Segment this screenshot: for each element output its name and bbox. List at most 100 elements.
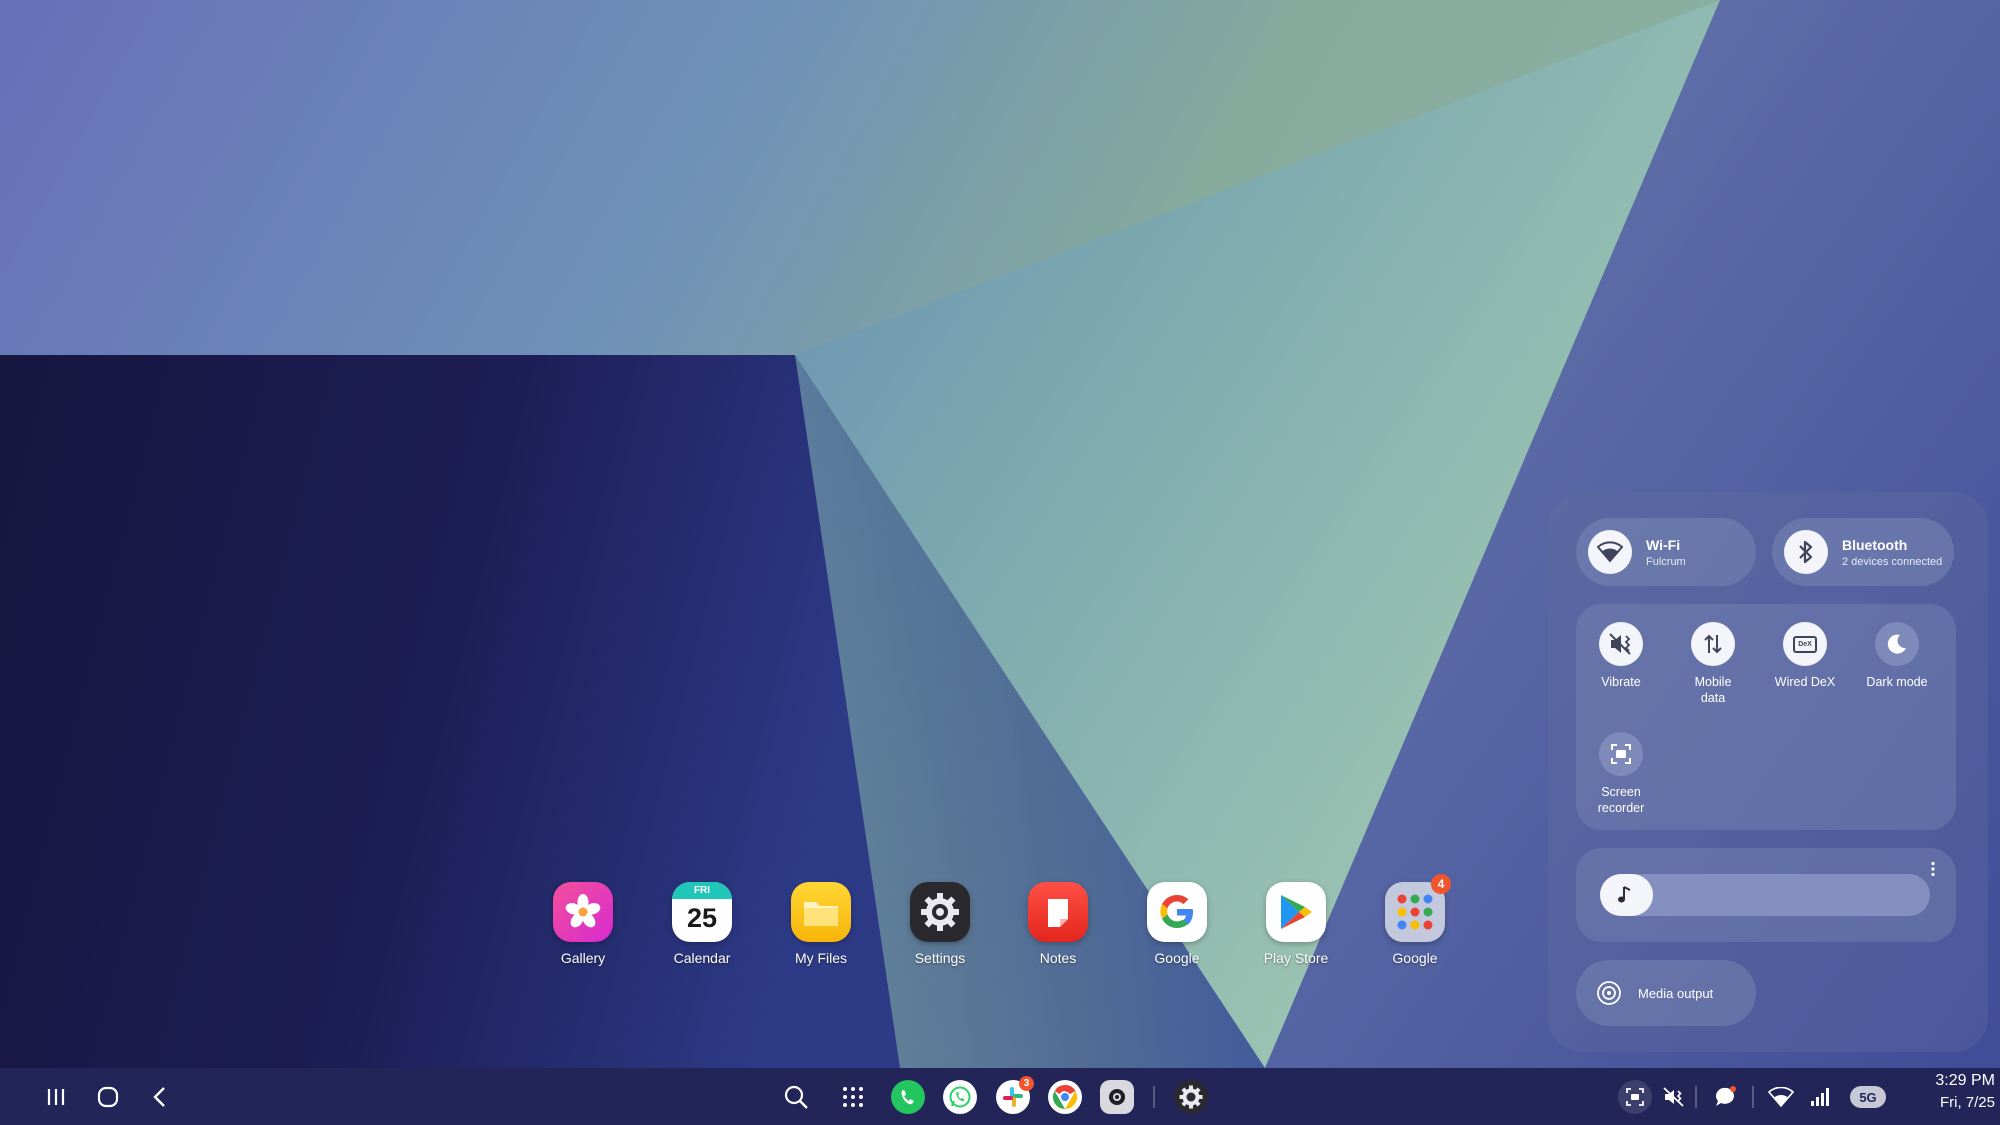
desktop-app-gallery[interactable]: Gallery: [528, 882, 638, 982]
desktop-app-google[interactable]: Google: [1122, 882, 1232, 982]
bluetooth-toggle[interactable]: Bluetooth 2 devices connected: [1772, 518, 1954, 586]
phone-icon: [891, 1080, 925, 1114]
desktop-app-play-store[interactable]: Play Store: [1241, 882, 1351, 982]
tile-label: Wired DeX: [1774, 675, 1836, 689]
taskbar: 3 5G: [0, 1068, 2000, 1125]
sound-status[interactable]: [1655, 1078, 1693, 1116]
desktop-app-label: Google: [1154, 950, 1200, 966]
whatsapp-icon: [943, 1080, 977, 1114]
taskbar-app-camera[interactable]: [1098, 1078, 1136, 1116]
settings-icon: [1174, 1080, 1208, 1114]
status-separator: [1752, 1086, 1754, 1108]
search-button[interactable]: [777, 1078, 815, 1116]
dex-glyph: DeX: [1793, 635, 1817, 653]
tile-dark-mode[interactable]: Dark mode: [1852, 622, 1942, 690]
apps-grid-icon: [843, 1087, 863, 1107]
home-icon: [97, 1086, 119, 1108]
tile-label: Vibrate: [1601, 675, 1641, 689]
wifi-icon: [1588, 530, 1632, 574]
taskbar-app-settings[interactable]: [1172, 1078, 1210, 1116]
desktop-app-calendar[interactable]: FRI 25 Calendar: [647, 882, 757, 982]
music-note-icon: [1618, 886, 1631, 903]
volume-slider[interactable]: [1600, 874, 1930, 916]
gear-icon: [910, 882, 970, 942]
tile-wired-dex[interactable]: DeX Wired DeX: [1760, 622, 1850, 690]
desktop-app-notes[interactable]: Notes: [1003, 882, 1113, 982]
desktop-folder-google[interactable]: 4 Google: [1360, 874, 1470, 982]
slack-icon: 3: [996, 1076, 1034, 1114]
recents-button[interactable]: [37, 1078, 75, 1116]
taskbar-app-chrome[interactable]: [1046, 1078, 1084, 1116]
camera-icon: [1100, 1080, 1134, 1114]
bluetooth-status: 2 devices connected: [1842, 555, 1943, 568]
media-output-icon: [1597, 981, 1621, 1005]
volume-control: [1576, 848, 1956, 942]
screen-capture-icon: [1618, 1080, 1652, 1114]
clock[interactable]: 3:29 PM Fri, 7/25: [1900, 1072, 1995, 1111]
desktop-app-label: Gallery: [560, 950, 606, 966]
calendar-day: FRI: [672, 882, 732, 899]
wifi-toggle[interactable]: Wi-Fi Fulcrum: [1576, 518, 1756, 586]
calendar-icon: FRI 25: [672, 882, 732, 942]
desktop-app-my-files[interactable]: My Files: [766, 882, 876, 982]
wifi-title: Wi-Fi: [1646, 536, 1681, 553]
screenshot-button[interactable]: [1615, 1078, 1655, 1116]
google-icon: [1147, 882, 1207, 942]
status-separator: [1695, 1086, 1697, 1108]
wifi-network: Fulcrum: [1646, 555, 1686, 568]
chrome-icon: [1048, 1080, 1082, 1114]
tile-label: Dark mode: [1866, 675, 1928, 689]
taskbar-app-phone[interactable]: [889, 1078, 927, 1116]
back-button[interactable]: [141, 1078, 179, 1116]
taskbar-app-whatsapp[interactable]: [941, 1078, 979, 1116]
calendar-date: 25: [686, 903, 718, 933]
screen-recorder-icon: [1599, 732, 1643, 776]
moon-icon: [1875, 622, 1919, 666]
network-type-badge: 5G: [1848, 1078, 1888, 1116]
taskbar-separator: [1153, 1086, 1155, 1108]
bluetooth-title: Bluetooth: [1842, 536, 1908, 553]
wifi-status-icon: [1768, 1087, 1794, 1107]
network-type-label: 5G: [1850, 1086, 1886, 1108]
home-button[interactable]: [89, 1078, 127, 1116]
desktop-app-label: Notes: [1039, 950, 1077, 966]
cell-signal-icon: [1811, 1088, 1829, 1106]
media-output-label: Media output: [1638, 985, 1714, 1001]
desktop-app-label: Calendar: [673, 950, 731, 966]
recents-icon: [47, 1089, 65, 1105]
bluetooth-icon: [1784, 530, 1828, 574]
vibrate-icon: [1599, 622, 1643, 666]
notification-badge: 4: [1431, 874, 1451, 894]
notification-button[interactable]: [1706, 1078, 1744, 1116]
chat-bubble-icon: [1715, 1086, 1736, 1106]
tile-screen-recorder[interactable]: Screen recorder: [1576, 732, 1666, 816]
desktop-app-label: Google: [1392, 950, 1438, 966]
folder-icon: [791, 882, 851, 942]
desktop-app-label: My Files: [794, 950, 848, 966]
desktop-app-settings[interactable]: Settings: [885, 882, 995, 982]
desktop-app-label: Play Store: [1263, 950, 1329, 966]
folder-grid-icon: 4: [1385, 874, 1451, 942]
clock-time: 3:29 PM: [1935, 1072, 1995, 1089]
signal-status: [1802, 1078, 1840, 1116]
back-icon: [153, 1087, 165, 1107]
more-options-icon[interactable]: [1924, 860, 1942, 883]
volume-slider-fill: [1600, 874, 1653, 916]
search-icon: [784, 1085, 808, 1109]
tile-mobile-data[interactable]: Mobile data: [1668, 622, 1758, 706]
taskbar-app-slack[interactable]: 3: [994, 1076, 1034, 1116]
dex-icon: DeX: [1783, 622, 1827, 666]
media-output-button[interactable]: Media output: [1576, 960, 1756, 1026]
wifi-status[interactable]: [1762, 1078, 1800, 1116]
gallery-icon: [553, 882, 613, 942]
mute-icon: [1663, 1087, 1684, 1107]
desktop-app-label: Settings: [914, 950, 966, 966]
notes-icon: [1028, 882, 1088, 942]
tile-vibrate[interactable]: Vibrate: [1576, 622, 1666, 690]
tile-label: Screen recorder: [1597, 785, 1645, 815]
play-store-icon: [1266, 882, 1326, 942]
quick-settings-grid: Vibrate Mobile data DeX Wired DeX Dark m…: [1576, 604, 1956, 830]
mobile-data-icon: [1691, 622, 1735, 666]
apps-button[interactable]: [834, 1078, 872, 1116]
clock-date: Fri, 7/25: [1939, 1094, 1995, 1111]
